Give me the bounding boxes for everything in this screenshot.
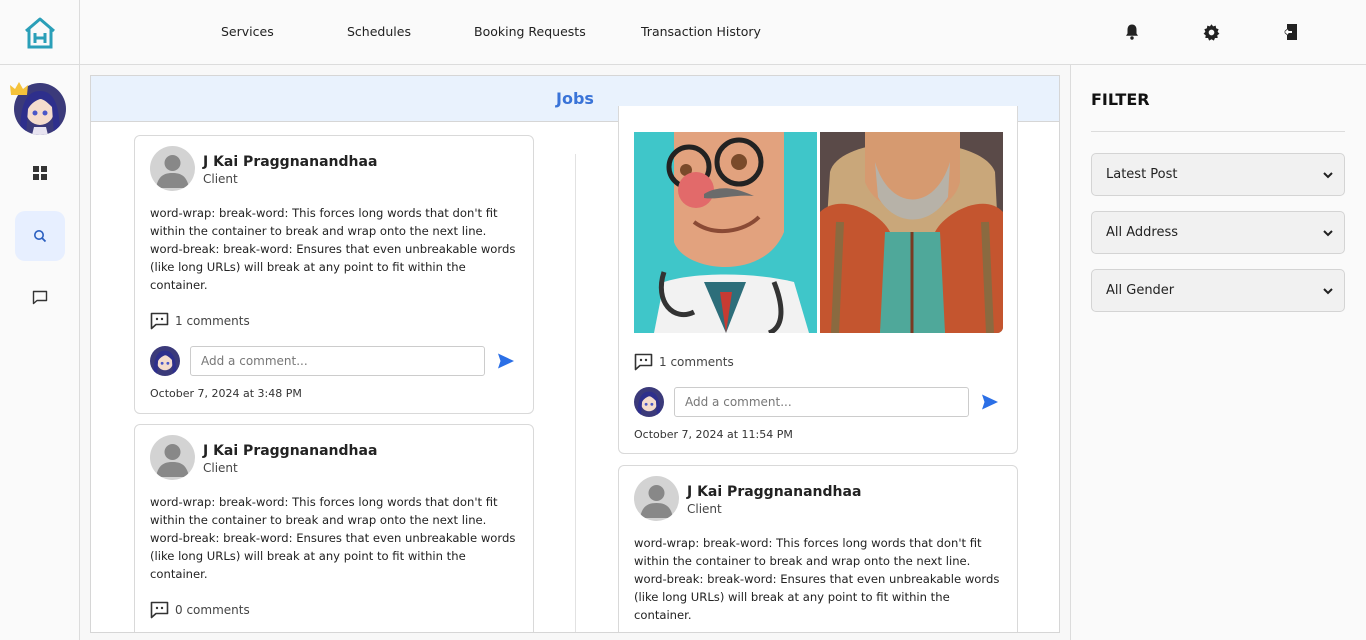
comment-icon [634,353,653,371]
send-icon[interactable] [981,393,999,411]
grid-icon [33,166,47,180]
post-card: J Kai Praggnanandhaa Client word-wrap: b… [134,424,534,632]
post-image-doctor[interactable] [634,132,817,333]
gear-icon [1203,23,1219,41]
nav-services[interactable]: Services [221,24,274,39]
commenter-avatar [150,346,180,376]
chevron-down-icon [1323,230,1333,237]
poster-role: Client [203,461,238,475]
left-sidebar [0,65,80,640]
sort-select[interactable]: Latest Post [1091,153,1345,196]
jobs-panel: Jobs J Kai Praggnanandhaa Client word-wr… [90,75,1060,633]
post-image-old-man[interactable] [820,132,1003,333]
settings-button[interactable] [1199,20,1223,44]
commenter-avatar [634,387,664,417]
post-date: October 7, 2024 at 3:48 PM [150,387,302,400]
comment-icon [150,601,169,619]
home-logo-icon [24,17,55,48]
poster-role: Client [687,502,722,516]
dashboard-button[interactable] [15,148,65,198]
comments-count: 1 comments [175,314,250,328]
comments-count: 0 comments [175,603,250,617]
search-icon [34,230,47,243]
poster-role: Client [203,172,238,186]
post-text: word-wrap: break-word: This forces long … [150,495,516,581]
post-card: J Kai Praggnanandhaa Client word-wrap: b… [618,465,1018,632]
logout-button[interactable] [1279,20,1303,44]
address-select[interactable]: All Address [1091,211,1345,254]
top-bar: Services Schedules Booking Requests Tran… [0,0,1366,65]
poster-name[interactable]: J Kai Praggnanandhaa [687,484,861,500]
filter-divider [1091,131,1345,132]
comment-icon [150,312,169,330]
nav-transaction-history[interactable]: Transaction History [641,24,761,39]
nav-schedules[interactable]: Schedules [347,24,411,39]
search-button[interactable] [15,211,65,261]
messages-button[interactable] [15,272,65,322]
logout-icon [1283,24,1297,40]
comment-input[interactable] [190,346,485,376]
poster-name[interactable]: J Kai Praggnanandhaa [203,443,377,459]
chevron-down-icon [1323,288,1333,295]
bell-icon [1126,24,1138,40]
chat-icon [32,290,48,304]
gender-select[interactable]: All Gender [1091,269,1345,312]
notifications-button[interactable] [1120,20,1144,44]
send-icon[interactable] [497,352,515,370]
poster-avatar [634,476,679,521]
post-text: word-wrap: break-word: This forces long … [634,536,1000,622]
column-divider [575,154,576,632]
comments-count: 1 comments [659,355,734,369]
crown-badge-icon [10,82,28,95]
comment-input[interactable] [674,387,969,417]
logo[interactable] [0,0,80,65]
poster-avatar [150,146,195,191]
filter-title: FILTER [1091,90,1150,109]
address-select-value: All Address [1106,225,1179,240]
comments-toggle[interactable]: 1 comments [634,353,734,371]
post-card: J Kai Praggnanandhaa Client word-wrap: b… [134,135,534,414]
poster-name[interactable]: J Kai Praggnanandhaa [203,154,377,170]
gender-select-value: All Gender [1106,283,1175,298]
nav-booking-requests[interactable]: Booking Requests [474,24,586,39]
sort-select-value: Latest Post [1106,167,1178,182]
post-card: 1 comments October 7, 2024 at 11:54 PM [618,106,1018,454]
chevron-down-icon [1323,172,1333,179]
post-text: word-wrap: break-word: This forces long … [150,206,516,292]
filter-panel: FILTER Latest Post All Address All Gende… [1070,65,1366,640]
comments-toggle[interactable]: 0 comments [150,601,250,619]
comments-toggle[interactable]: 1 comments [150,312,250,330]
post-date: October 7, 2024 at 11:54 PM [634,428,793,441]
poster-avatar [150,435,195,480]
